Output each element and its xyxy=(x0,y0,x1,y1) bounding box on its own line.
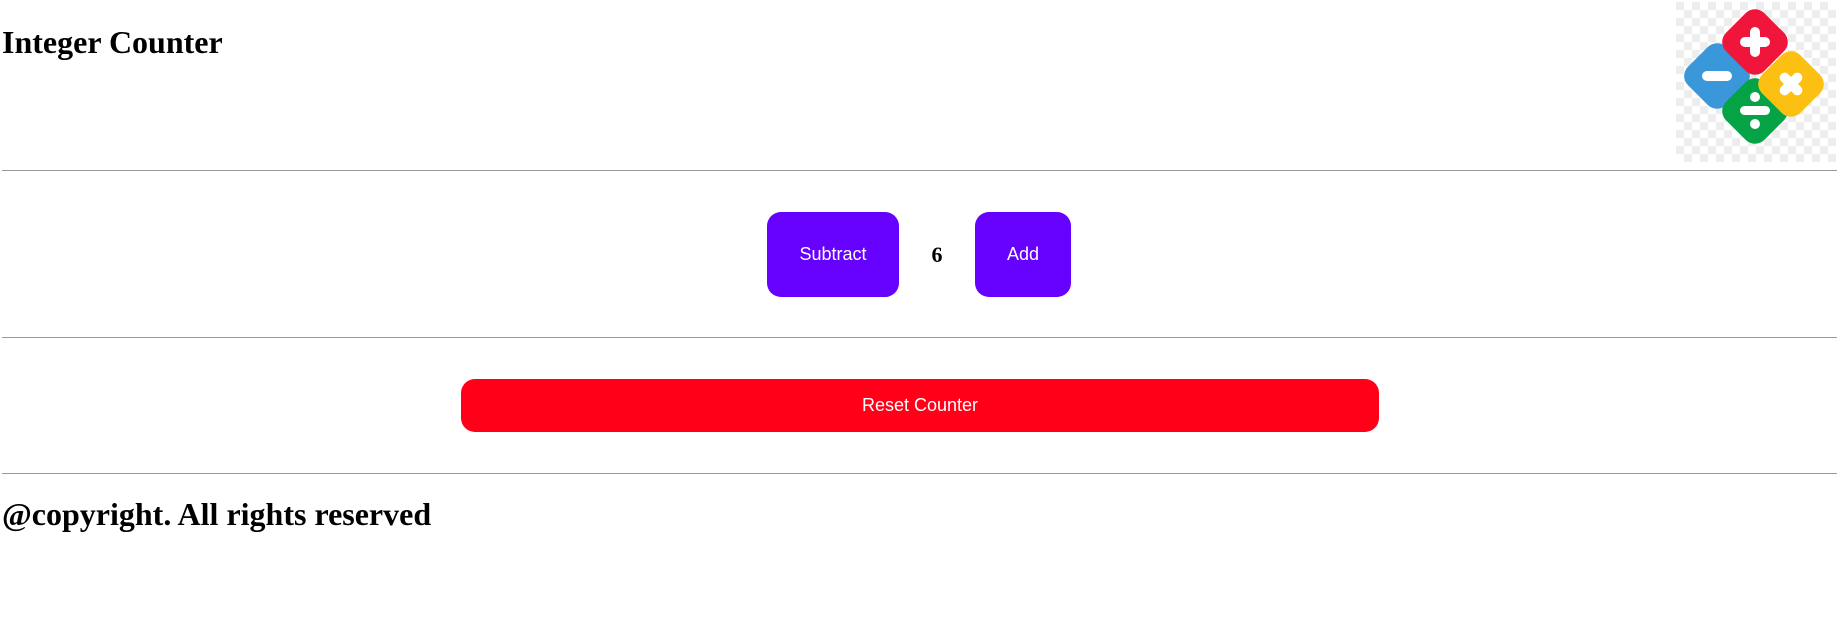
math-operations-icon xyxy=(1676,2,1836,162)
counter-value: 6 xyxy=(931,242,943,267)
header-divider xyxy=(2,170,1837,171)
counter-controls: Subtract 6 Add xyxy=(0,212,1839,297)
math-operations-logo xyxy=(1676,2,1836,162)
counter-divider xyxy=(2,337,1837,338)
reset-counter-button[interactable]: Reset Counter xyxy=(461,379,1379,432)
footer-divider xyxy=(2,473,1837,474)
add-button[interactable]: Add xyxy=(975,212,1071,297)
page-header: Integer Counter xyxy=(0,0,1839,170)
page-title: Integer Counter xyxy=(2,24,223,60)
copyright-text: @copyright. All rights reserved xyxy=(2,496,432,532)
subtract-button[interactable]: Subtract xyxy=(767,212,899,297)
